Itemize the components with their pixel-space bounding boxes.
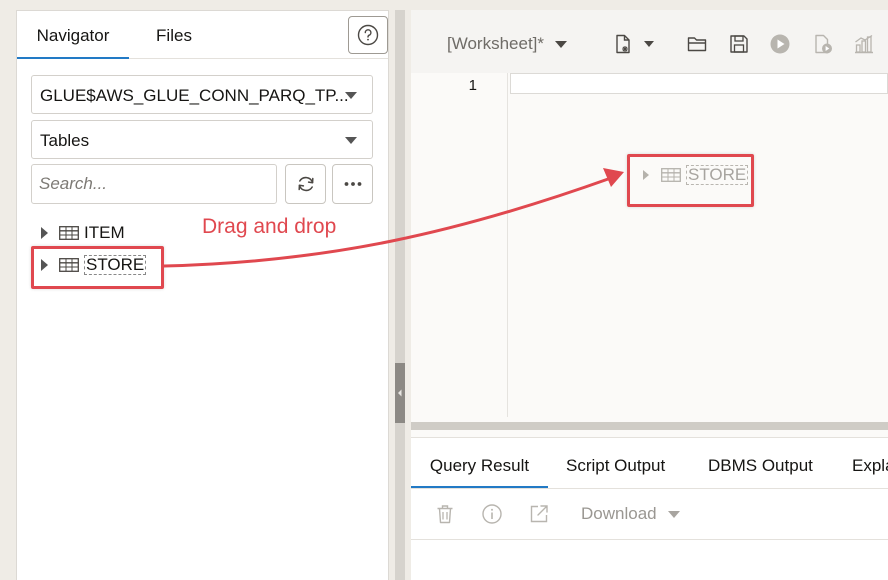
search-input[interactable]	[31, 164, 277, 204]
navigator-tabs: Navigator Files	[17, 11, 388, 59]
help-circle-icon	[357, 24, 379, 46]
explain-plan-icon	[855, 34, 873, 54]
tab-query-result[interactable]: Query Result	[411, 438, 548, 488]
run-button[interactable]	[769, 33, 791, 55]
chevron-down-icon[interactable]	[644, 41, 654, 47]
worksheet-toolbar: [Worksheet]*	[411, 10, 888, 73]
chevron-down-icon	[345, 92, 357, 99]
object-type-select[interactable]: Tables	[31, 120, 373, 159]
download-menu[interactable]: Download	[581, 504, 680, 524]
tree-item-item[interactable]: ITEM	[41, 222, 125, 244]
chevron-left-icon	[398, 389, 402, 397]
highlight-box-source	[31, 246, 164, 289]
editor-active-line[interactable]	[510, 73, 888, 94]
vertical-splitter[interactable]	[395, 10, 405, 580]
new-worksheet-button[interactable]	[612, 33, 634, 55]
open-folder-icon	[687, 37, 707, 52]
highlight-box-target	[627, 154, 754, 207]
table-icon	[59, 226, 79, 240]
worksheet-title: [Worksheet]*	[447, 34, 545, 53]
results-toolbar: Download	[411, 488, 888, 540]
tab-script-output[interactable]: Script Output	[566, 438, 665, 488]
open-external-icon	[530, 505, 548, 523]
help-button[interactable]	[348, 16, 388, 54]
open-button[interactable]	[686, 33, 708, 55]
tab-explain-plan[interactable]: Expla	[852, 438, 888, 488]
tab-dbms-output[interactable]: DBMS Output	[708, 438, 813, 488]
new-worksheet-icon	[616, 34, 630, 54]
results-panel: Query Result Script Output DBMS Output E…	[411, 437, 888, 580]
splitter-bar[interactable]	[411, 422, 888, 430]
run-script-button[interactable]	[812, 33, 834, 55]
open-external-button[interactable]	[528, 503, 550, 525]
collapse-handle[interactable]	[395, 363, 405, 423]
more-options-button[interactable]	[332, 164, 373, 204]
horizontal-splitter[interactable]	[411, 417, 888, 437]
tab-navigator[interactable]: Navigator	[17, 11, 129, 59]
refresh-button[interactable]	[285, 164, 326, 204]
info-button[interactable]	[481, 503, 503, 525]
refresh-icon	[297, 176, 314, 192]
chevron-down-icon	[555, 40, 568, 48]
expand-arrow-icon[interactable]	[41, 227, 48, 239]
run-icon	[770, 34, 790, 54]
connection-select[interactable]: GLUE$AWS_GLUE_CONN_PARQ_TP...	[31, 75, 373, 114]
worksheet-selector[interactable]: [Worksheet]*	[447, 34, 568, 54]
explain-plan-button[interactable]	[853, 33, 875, 55]
object-type-select-value: Tables	[40, 131, 90, 150]
tab-files[interactable]: Files	[131, 11, 217, 59]
annotation-label: Drag and drop	[202, 215, 337, 238]
line-number: 1	[468, 77, 477, 94]
run-script-icon	[815, 34, 832, 54]
sql-editor[interactable]: 1 STORE	[411, 73, 888, 417]
clear-button[interactable]	[434, 503, 456, 525]
line-gutter: 1	[411, 73, 508, 417]
connection-select-value: GLUE$AWS_GLUE_CONN_PARQ_TP...	[40, 86, 349, 105]
chevron-down-icon	[667, 510, 680, 518]
more-horizontal-icon	[344, 182, 361, 186]
tree-item-label: ITEM	[84, 223, 125, 242]
save-button[interactable]	[728, 33, 750, 55]
chevron-down-icon	[345, 137, 357, 144]
info-icon	[482, 504, 502, 524]
download-label: Download	[581, 504, 657, 523]
navigator-panel: Navigator Files GLUE$AWS_GLUE_CONN_PARQ_…	[16, 10, 389, 580]
trash-icon	[437, 505, 453, 524]
save-icon	[730, 35, 748, 53]
